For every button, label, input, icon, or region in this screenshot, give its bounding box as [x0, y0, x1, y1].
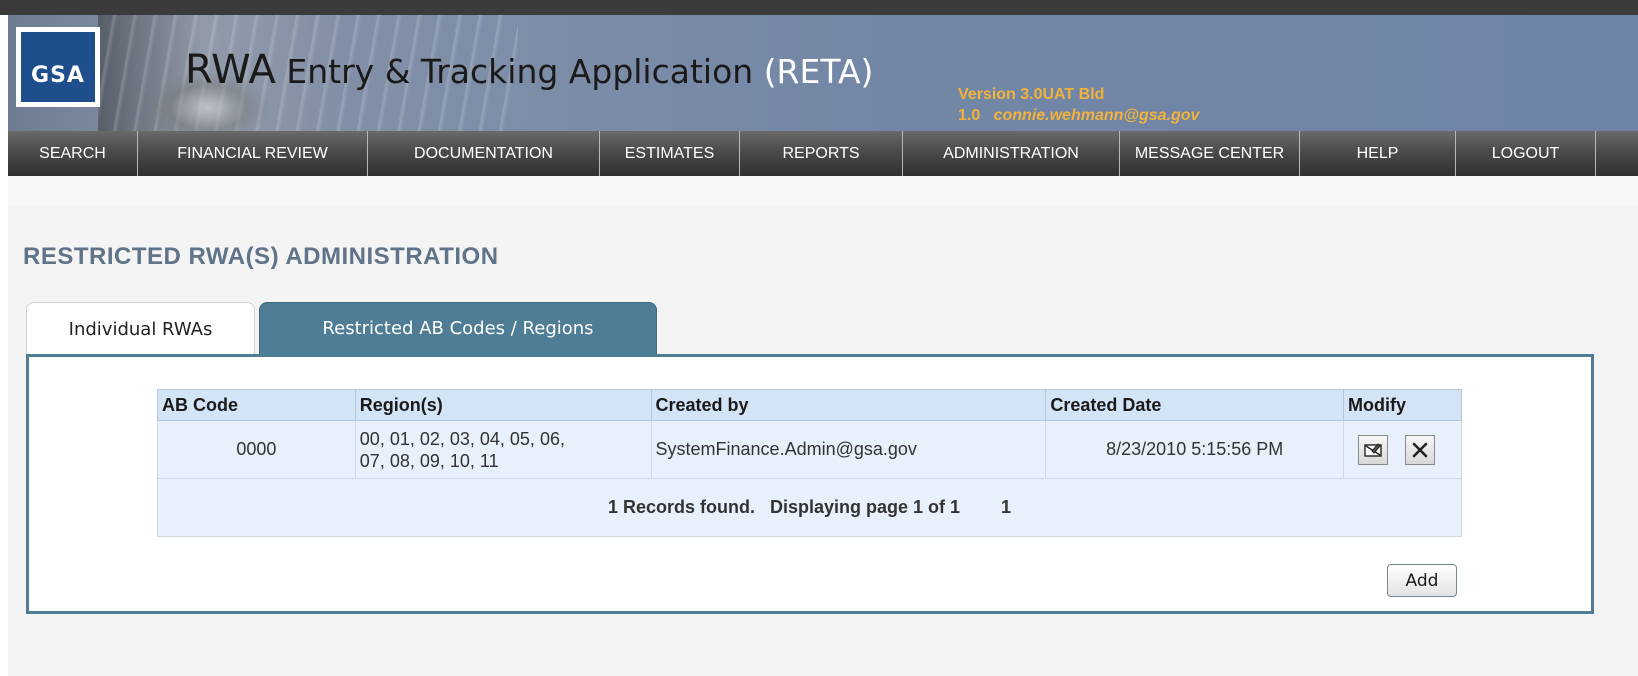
table-row: 0000 00, 01, 02, 03, 04, 05, 06, 07, 08,… [157, 420, 1462, 479]
table-header-row: AB Code Region(s) Created by Created Dat… [157, 389, 1462, 421]
app-title-main: Entry & Tracking Application [286, 52, 754, 91]
column-header-ab-code[interactable]: AB Code [157, 389, 356, 421]
add-button[interactable]: Add [1387, 564, 1457, 597]
tab-restricted-ab-codes[interactable]: Restricted AB Codes / Regions [259, 302, 657, 355]
user-email: connie.wehmann@gsa.gov [993, 107, 1200, 124]
app-title-reta: (RETA) [763, 52, 874, 91]
edit-icon[interactable] [1358, 434, 1389, 465]
main-nav: SEARCH FINANCIAL REVIEW DOCUMENTATION ES… [8, 131, 1638, 176]
column-header-created-by[interactable]: Created by [650, 389, 1047, 421]
column-header-modify: Modify [1343, 389, 1462, 421]
gsa-logo-text: GSA [21, 32, 95, 102]
pager-page-link[interactable]: 1 [1001, 497, 1011, 517]
content-top-strip [8, 176, 1638, 206]
regions-line-1: 00, 01, 02, 03, 04, 05, 06, [359, 428, 565, 449]
column-header-created-date[interactable]: Created Date [1045, 389, 1345, 421]
restricted-codes-table: AB Code Region(s) Created by Created Dat… [157, 389, 1462, 537]
nav-administration[interactable]: ADMINISTRATION [903, 131, 1120, 176]
app-title-rwa: RWA [185, 47, 276, 93]
nav-documentation[interactable]: DOCUMENTATION [368, 131, 600, 176]
column-header-regions[interactable]: Region(s) [354, 389, 652, 421]
pager-row: 1 Records found. Displaying page 1 of 1 … [157, 478, 1462, 537]
page-title: RESTRICTED RWA(S) ADMINISTRATION [23, 243, 499, 270]
nav-message-center[interactable]: MESSAGE CENTER [1120, 131, 1300, 176]
delete-icon[interactable] [1405, 434, 1436, 465]
cell-created-date: 8/23/2010 5:15:56 PM [1045, 420, 1345, 479]
nav-estimates[interactable]: ESTIMATES [600, 131, 740, 176]
pager-cell: 1 Records found. Displaying page 1 of 1 … [157, 478, 1462, 537]
top-strip [0, 0, 1638, 15]
nav-help[interactable]: HELP [1300, 131, 1456, 176]
version-label: Version 3.0UAT Bld [958, 86, 1105, 103]
pager-text: 1 Records found. Displaying page 1 of 1 [607, 497, 961, 517]
nav-financial-review[interactable]: FINANCIAL REVIEW [138, 131, 368, 176]
build-number: 1.0 [958, 107, 981, 124]
version-info: Version 3.0UAT Bld 1.0 connie.wehmann@gs… [958, 84, 1199, 126]
cell-modify [1343, 420, 1462, 479]
app-title: RWA Entry & Tracking Application (RETA) [185, 47, 873, 93]
cell-created-by: SystemFinance.Admin@gsa.gov [650, 420, 1047, 479]
gsa-logo: GSA [16, 27, 100, 107]
tab-individual-rwas[interactable]: Individual RWAs [26, 302, 255, 355]
nav-logout[interactable]: LOGOUT [1456, 131, 1596, 176]
regions-line-2: 07, 08, 09, 10, 11 [359, 450, 499, 471]
nav-search[interactable]: SEARCH [8, 131, 138, 176]
nav-reports[interactable]: REPORTS [740, 131, 903, 176]
cell-regions: 00, 01, 02, 03, 04, 05, 06, 07, 08, 09, … [354, 420, 652, 479]
cell-ab-code: 0000 [157, 420, 356, 479]
